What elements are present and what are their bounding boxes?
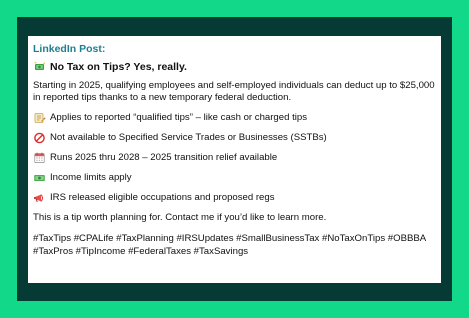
money-with-wings-icon	[33, 61, 46, 73]
post-paragraph: Starting in 2025, qualifying employees a…	[33, 80, 435, 103]
megaphone-icon	[33, 192, 46, 204]
calendar-icon	[33, 152, 46, 164]
bullet-row: Not available to Specified Service Trade…	[33, 132, 437, 144]
bullet-text: Income limits apply	[50, 172, 132, 183]
post-title: LinkedIn Post:	[33, 43, 106, 55]
bullet-row: Runs 2025 thru 2028 – 2025 transition re…	[33, 152, 437, 164]
headline-text: No Tax on Tips? Yes, really.	[50, 61, 187, 73]
screenshot-frame: LinkedIn Post: No Tax on Tips? Yes, real…	[0, 0, 469, 318]
prohibited-icon	[33, 132, 46, 144]
memo-icon	[33, 112, 46, 124]
dark-panel: LinkedIn Post: No Tax on Tips? Yes, real…	[17, 17, 452, 301]
bullet-text: Runs 2025 thru 2028 – 2025 transition re…	[50, 152, 278, 163]
headline-row: No Tax on Tips? Yes, really.	[33, 61, 437, 73]
post-content: LinkedIn Post: No Tax on Tips? Yes, real…	[33, 43, 437, 258]
call-to-action: This is a tip worth planning for. Contac…	[33, 212, 327, 223]
bullet-text: IRS released eligible occupations and pr…	[50, 192, 275, 203]
hashtag-block: #TaxTips #CPALife #TaxPlanning #IRSUpdat…	[33, 233, 426, 257]
bullet-text: Not available to Specified Service Trade…	[50, 132, 327, 143]
bullet-row: Income limits apply	[33, 172, 437, 184]
bullet-row: IRS released eligible occupations and pr…	[33, 192, 437, 204]
money-icon	[33, 172, 46, 184]
bullet-row: Applies to reported “qualified tips” – l…	[33, 112, 437, 124]
bullet-text: Applies to reported “qualified tips” – l…	[50, 112, 308, 123]
post-card: LinkedIn Post: No Tax on Tips? Yes, real…	[28, 36, 441, 283]
